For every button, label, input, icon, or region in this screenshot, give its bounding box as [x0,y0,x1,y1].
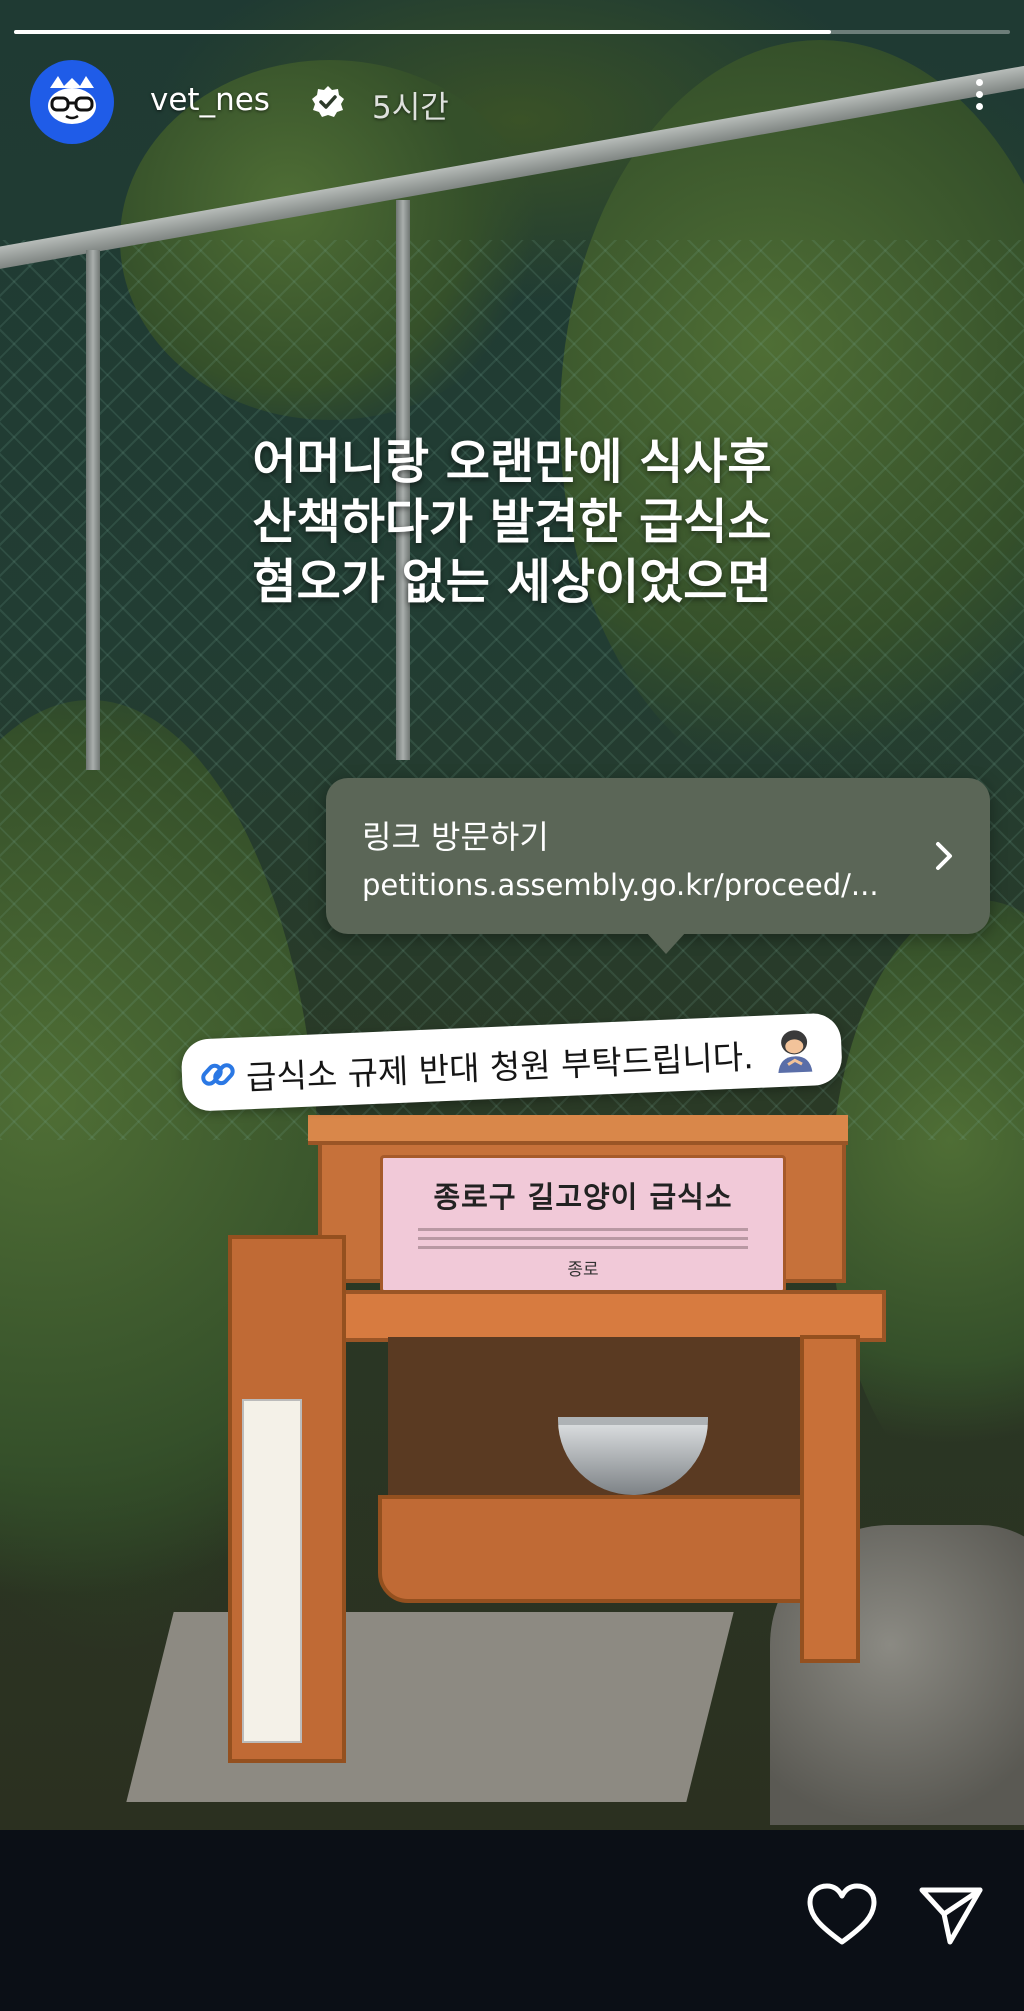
caption-line: 어머니랑 오랜만에 식사후 [252,434,772,490]
sign-fine-print [418,1228,748,1249]
send-icon[interactable] [916,1880,986,1950]
story-progress-track [14,30,1010,34]
feeder-side [228,1235,346,1763]
verified-badge-icon [312,86,344,117]
chevron-right-icon [936,842,952,870]
story-header: vet_nes 5시간 [30,60,994,144]
link-card-url: petitions.assembly.go.kr/proceed/... [362,868,879,902]
cat-avatar-icon [48,76,96,124]
chain-link-fence [0,240,1024,1140]
feeder-floor [378,1495,836,1603]
heart-icon[interactable] [806,1882,878,1948]
person-bowing-emoji [778,1030,813,1074]
feeder-side [800,1335,860,1663]
story-timestamp: 5시간 [372,90,449,126]
feeder-sign: 종로구 길고양이 급식소 종로 [380,1155,786,1293]
link-card-title: 링크 방문하기 [362,818,549,856]
caption-line: 산책하다가 발견한 급식소 [252,494,772,550]
sticker-text: 급식소 규제 반대 청원 부탁드립니다. [245,1037,755,1098]
sign-footer: 종로 [567,1260,599,1280]
story-caption: 어머니랑 오랜만에 식사후 산책하다가 발견한 급식소 혐오가 없는 세상이었으… [0,432,1024,612]
sign-title: 종로구 길고양이 급식소 [433,1180,733,1214]
story-progress-fill [14,30,831,34]
link-icon [201,1063,235,1086]
caption-line: 혐오가 없는 세상이었으면 [252,554,772,610]
avatar[interactable] [30,60,114,144]
more-vertical-icon[interactable] [964,74,994,126]
feeder-notice [242,1399,302,1743]
feeder-top [308,1115,848,1145]
username[interactable]: vet_nes [150,82,270,118]
link-card[interactable]: 링크 방문하기 petitions.assembly.go.kr/proceed… [326,778,990,954]
feeder-box: 종로구 길고양이 급식소 종로 [228,1115,888,1763]
